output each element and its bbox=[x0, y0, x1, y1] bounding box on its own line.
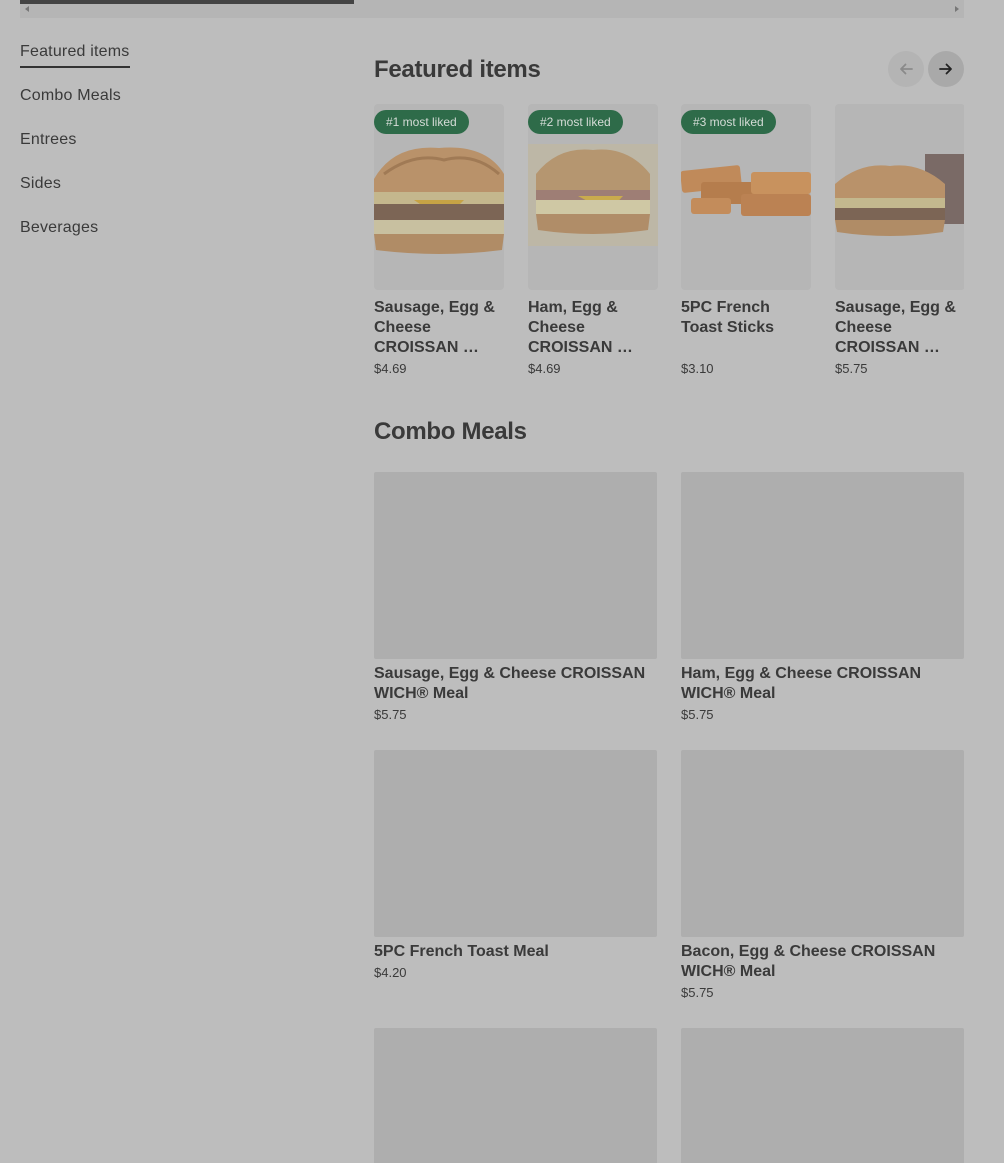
sidebar-item-entrees[interactable]: Entrees bbox=[20, 128, 320, 172]
sidebar-item-sides[interactable]: Sides bbox=[20, 172, 320, 216]
featured-title: Featured items bbox=[374, 56, 541, 83]
scroll-right-arrow-icon[interactable] bbox=[955, 6, 959, 12]
item-price: $5.75 bbox=[835, 361, 868, 376]
sidebar-item-label: Featured items bbox=[20, 40, 130, 68]
item-name: Ham, Egg & Cheese CROISSAN … bbox=[528, 299, 633, 356]
sidebar-item-featured-items[interactable]: Featured items bbox=[20, 40, 320, 84]
scrollbar-thumb[interactable] bbox=[20, 0, 354, 4]
carousel-prev-button[interactable] bbox=[888, 51, 924, 87]
featured-item-card[interactable]: #3 most liked 5PC French Toast Sticks $3… bbox=[681, 104, 811, 376]
menu-main: Featured items #1 most liked Sausage, Eg… bbox=[374, 40, 964, 1163]
carousel-next-button[interactable] bbox=[928, 51, 964, 87]
most-liked-badge: #2 most liked bbox=[528, 110, 623, 134]
sidebar-item-label: Combo Meals bbox=[20, 87, 121, 104]
combo-item-card[interactable]: Ham, Egg & Cheese CROISSAN WICH® Meal $5… bbox=[681, 472, 964, 722]
featured-item-card[interactable]: Sausage, Egg & Cheese CROISSAN … $5.75 bbox=[835, 104, 964, 376]
item-image bbox=[681, 1028, 964, 1163]
horizontal-scrollbar[interactable] bbox=[20, 0, 964, 18]
combo-title: Combo Meals bbox=[374, 418, 527, 445]
category-sidebar: Featured items Combo Meals Entrees Sides… bbox=[20, 40, 320, 260]
item-price: $3.10 bbox=[681, 361, 714, 376]
item-image: #2 most liked bbox=[528, 104, 658, 290]
item-image bbox=[835, 104, 964, 290]
featured-item-card[interactable]: #1 most liked Sausage, Egg & Cheese CROI… bbox=[374, 104, 504, 376]
item-image bbox=[681, 750, 964, 937]
item-image bbox=[374, 472, 657, 659]
item-name: 5PC French Toast Meal bbox=[374, 943, 549, 960]
sidebar-item-label: Beverages bbox=[20, 219, 99, 236]
arrow-left-icon bbox=[900, 63, 913, 75]
croissant-meal-image bbox=[835, 154, 964, 236]
featured-carousel[interactable]: #1 most liked Sausage, Egg & Cheese CROI… bbox=[374, 104, 964, 404]
item-price: $4.20 bbox=[374, 965, 407, 980]
item-image bbox=[374, 750, 657, 937]
item-price: $5.75 bbox=[374, 707, 407, 722]
combo-item-card[interactable]: Bacon, Egg & Cheese CROISSAN WICH® Meal … bbox=[681, 750, 964, 1000]
combo-item-card[interactable] bbox=[374, 1028, 657, 1163]
sidebar-item-label: Entrees bbox=[20, 131, 77, 148]
item-name: Sausage, Egg & Cheese CROISSAN WICH® Mea… bbox=[374, 665, 646, 702]
item-image: #3 most liked bbox=[681, 104, 811, 290]
combo-item-card[interactable]: Sausage, Egg & Cheese CROISSAN WICH® Mea… bbox=[374, 472, 657, 722]
featured-item-card[interactable]: #2 most liked Ham, Egg & Cheese CROISSAN… bbox=[528, 104, 658, 376]
croissant-sandwich-image bbox=[528, 144, 658, 246]
combo-item-card[interactable] bbox=[681, 1028, 964, 1163]
item-image bbox=[681, 472, 964, 659]
sidebar-item-label: Sides bbox=[20, 175, 62, 192]
item-price: $5.75 bbox=[681, 707, 714, 722]
sidebar-item-beverages[interactable]: Beverages bbox=[20, 216, 320, 260]
item-name: Sausage, Egg & Cheese CROISSAN … bbox=[374, 299, 495, 356]
item-name: Sausage, Egg & Cheese CROISSAN … bbox=[835, 299, 956, 356]
combo-header: Combo Meals bbox=[374, 418, 964, 472]
item-image bbox=[374, 1028, 657, 1163]
french-toast-sticks-image bbox=[681, 165, 811, 216]
sidebar-item-combo-meals[interactable]: Combo Meals bbox=[20, 84, 320, 128]
item-name: 5PC French Toast Sticks bbox=[681, 299, 775, 336]
item-name: Bacon, Egg & Cheese CROISSAN WICH® Meal bbox=[681, 943, 936, 980]
page: Featured items Combo Meals Entrees Sides… bbox=[0, 0, 1004, 1163]
item-name: Ham, Egg & Cheese CROISSAN WICH® Meal bbox=[681, 665, 922, 702]
combo-item-card[interactable]: 5PC French Toast Meal $4.20 bbox=[374, 750, 657, 980]
item-price: $4.69 bbox=[528, 361, 561, 376]
scroll-left-arrow-icon[interactable] bbox=[25, 6, 29, 12]
arrow-right-icon bbox=[939, 63, 952, 75]
item-image: #1 most liked bbox=[374, 104, 504, 290]
featured-header: Featured items bbox=[374, 40, 964, 104]
item-price: $4.69 bbox=[374, 361, 407, 376]
most-liked-badge: #3 most liked bbox=[681, 110, 776, 134]
most-liked-badge: #1 most liked bbox=[374, 110, 469, 134]
croissant-sandwich-image bbox=[374, 147, 504, 254]
item-price: $5.75 bbox=[681, 985, 714, 1000]
